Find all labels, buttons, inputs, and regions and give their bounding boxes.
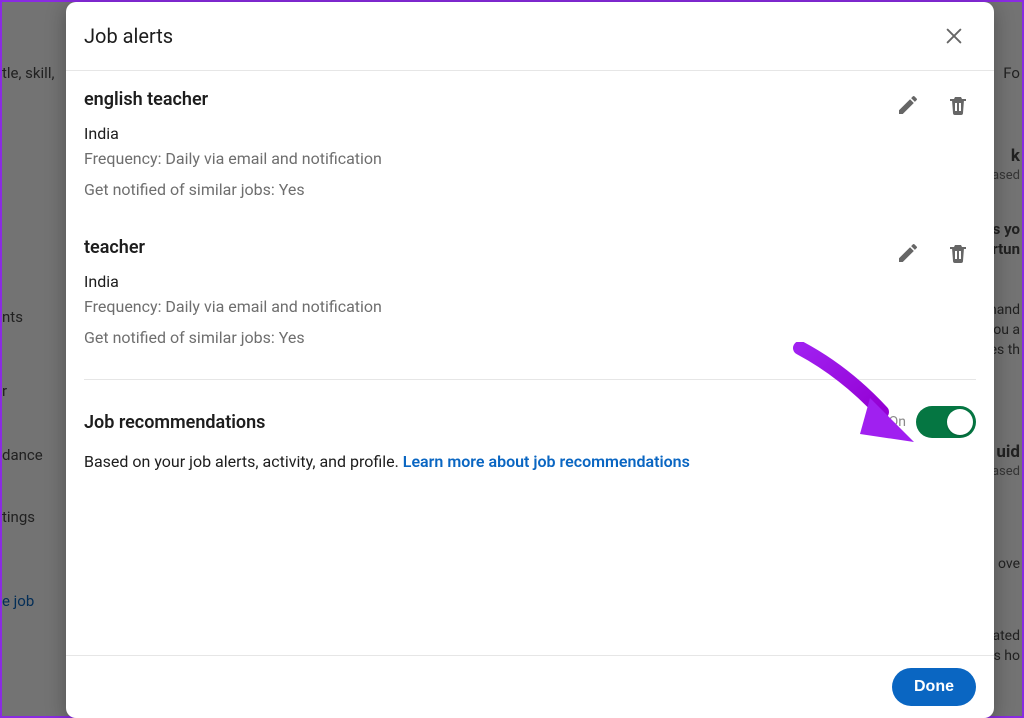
pencil-icon	[896, 241, 920, 265]
job-alert-item: english teacher India Frequency: Daily v…	[84, 71, 976, 219]
learn-more-link[interactable]: Learn more about job recommendations	[403, 452, 690, 471]
edit-alert-button[interactable]	[894, 91, 922, 119]
alert-title: english teacher	[84, 89, 894, 110]
edit-alert-button[interactable]	[894, 239, 922, 267]
modal-header: Job alerts	[66, 2, 994, 71]
modal-title: Job alerts	[84, 24, 173, 48]
alert-similar-jobs: Get notified of similar jobs: Yes	[84, 180, 894, 199]
alert-location: India	[84, 272, 894, 291]
modal-body: english teacher India Frequency: Daily v…	[66, 71, 994, 655]
delete-alert-button[interactable]	[944, 91, 972, 119]
trash-icon	[946, 93, 970, 117]
trash-icon	[946, 241, 970, 265]
alert-title: teacher	[84, 237, 894, 258]
delete-alert-button[interactable]	[944, 239, 972, 267]
alert-similar-jobs: Get notified of similar jobs: Yes	[84, 328, 894, 347]
done-button[interactable]: Done	[892, 668, 976, 706]
recommendations-desc-text: Based on your job alerts, activity, and …	[84, 452, 403, 471]
close-button[interactable]	[934, 16, 974, 56]
job-recommendations-section: Job recommendations On Based on your job…	[84, 380, 976, 481]
alert-frequency: Frequency: Daily via email and notificat…	[84, 297, 894, 316]
toggle-state-label: On	[889, 414, 906, 430]
recommendations-description: Based on your job alerts, activity, and …	[84, 452, 976, 471]
close-icon	[943, 25, 965, 47]
recommendations-toggle[interactable]	[916, 406, 976, 438]
job-alerts-modal: Job alerts english teacher India Frequen…	[66, 2, 994, 718]
alert-location: India	[84, 124, 894, 143]
modal-footer: Done	[66, 655, 994, 718]
pencil-icon	[896, 93, 920, 117]
alert-frequency: Frequency: Daily via email and notificat…	[84, 149, 894, 168]
recommendations-title: Job recommendations	[84, 412, 889, 433]
toggle-knob	[947, 409, 973, 435]
job-alert-item: teacher India Frequency: Daily via email…	[84, 219, 976, 367]
